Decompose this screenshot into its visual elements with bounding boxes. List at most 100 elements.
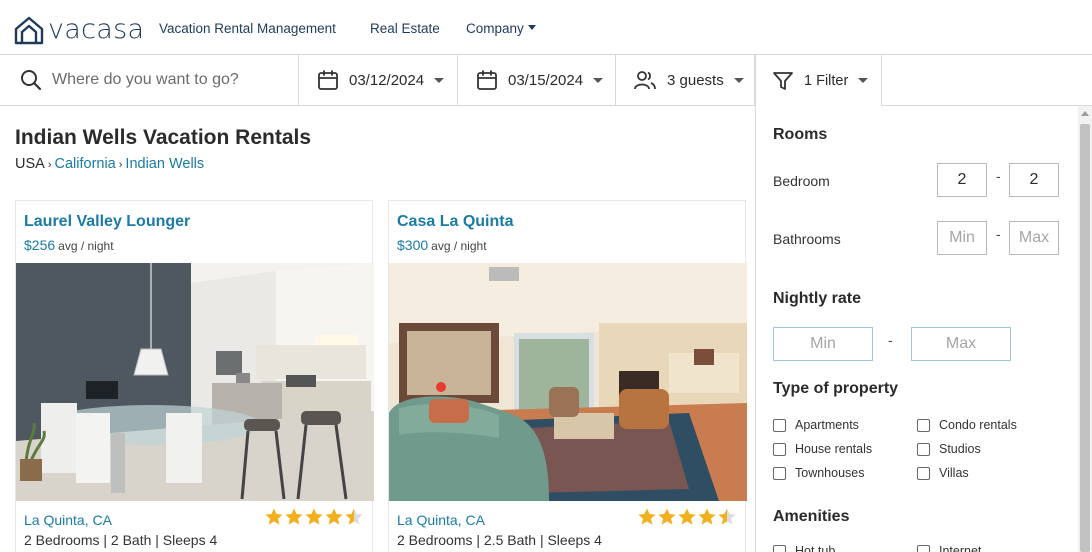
bedroom-min-input[interactable]: 2 [937,163,987,197]
listing-price-value: $300 [397,237,429,253]
checkbox-box[interactable] [917,544,930,552]
house-logo-icon [14,16,44,44]
checkbox-villas[interactable]: Villas [917,466,969,480]
checkbox-label: Hot tub [795,544,836,552]
listing-price-unit: avg / night [58,239,114,253]
star-rating [637,507,737,527]
chevron-down-icon [434,77,445,83]
checkin-date-picker[interactable]: 03/12/2024 [299,55,458,105]
range-separator: - [996,226,1001,242]
search-bar: 03/12/2024 03/15/2024 3 guests 1 Filter [0,55,1092,106]
nav-link-vacation-rental-management[interactable]: Vacation Rental Management [159,21,336,36]
breadcrumb-separator: › [118,159,123,171]
listing-photo[interactable] [389,263,747,501]
listing-price: $256 avg / night [24,237,114,253]
nav-link-company[interactable]: Company [466,21,536,36]
bathrooms-min-input[interactable]: Min [937,221,987,255]
range-separator: - [996,168,1001,184]
listing-price: $300 avg / night [397,237,487,253]
checkbox-label: Villas [939,466,969,480]
checkbox-internet[interactable]: Internet [917,544,981,552]
kitchen-dining-photo [16,263,374,501]
listing-location: La Quinta, CA [397,512,485,528]
chevron-down-icon [733,77,744,83]
guests-value: 3 guests [667,71,724,89]
breadcrumb-separator: › [47,159,52,171]
nav-link-real-estate[interactable]: Real Estate [370,21,440,36]
page-title: Indian Wells Vacation Rentals [15,126,312,149]
listing-title[interactable]: Casa La Quinta [397,213,513,231]
bathrooms-label: Bathrooms [773,231,841,247]
breadcrumb-indian-wells[interactable]: Indian Wells [125,156,204,172]
listing-location: La Quinta, CA [24,512,112,528]
search-input[interactable] [52,71,272,89]
star-icon [305,508,323,525]
chevron-down-icon [527,24,536,30]
checkout-date-value: 03/15/2024 [508,71,584,89]
checkbox-townhouses[interactable]: Townhouses [773,466,865,480]
listing-stats: 2 Bedrooms | 2 Bath | Sleeps 4 [24,532,218,548]
calendar-icon [477,70,497,90]
listing-title[interactable]: Laurel Valley Lounger [24,213,190,231]
star-icon [285,508,303,525]
filter-button[interactable]: 1 Filter [755,55,882,106]
chevron-down-icon [858,78,869,83]
property-type-heading: Type of property [773,380,899,397]
checkbox-box[interactable] [917,418,930,432]
listing-price-value: $256 [24,237,56,253]
checkbox-condo-rentals[interactable]: Condo rentals [917,418,1017,432]
star-rating [264,507,364,527]
checkbox-hot-tub[interactable]: Hot tub [773,544,835,552]
panel-scrollbar[interactable] [1078,106,1092,552]
star-icon [678,508,696,525]
listing-stats: 2 Bedrooms | 2.5 Bath | Sleeps 4 [397,532,602,548]
top-navigation: vacasa Vacation Rental Management Real E… [0,0,1092,55]
bedroom-max-input[interactable]: 2 [1009,163,1059,197]
checkbox-box[interactable] [773,466,786,480]
checkbox-label: Internet [939,544,982,552]
scroll-up-arrow-icon[interactable] [1081,111,1089,116]
bathrooms-max-input[interactable]: Max [1009,221,1059,255]
nightly-rate-heading: Nightly rate [773,290,862,307]
checkbox-box[interactable] [773,418,786,432]
nightly-rate-max-input[interactable]: Max [911,327,1011,361]
star-icon [345,508,363,525]
listing-card[interactable]: Casa La Quinta $300 avg / night La Quint… [388,200,747,552]
nav-company-label: Company [466,21,524,36]
checkbox-label: Condo rentals [939,418,1017,432]
breadcrumb-california[interactable]: California [55,156,116,172]
breadcrumb: USA › California › Indian Wells [15,156,204,172]
nightly-rate-min-input[interactable]: Min [773,327,873,361]
amenities-heading: Amenities [773,508,850,525]
star-icon [265,508,283,525]
guests-selector[interactable]: 3 guests [616,55,755,105]
listing-card[interactable]: Laurel Valley Lounger $256 avg / night L… [15,200,374,552]
checkbox-box[interactable] [917,466,930,480]
results-area: Indian Wells Vacation Rentals USA › Califo… [0,106,755,552]
listing-photo[interactable] [16,263,374,501]
scrollbar-thumb[interactable] [1080,124,1090,552]
filter-count: 1 Filter [804,72,849,89]
checkout-date-picker[interactable]: 03/15/2024 [458,55,616,105]
checkbox-studios[interactable]: Studios [917,442,981,456]
star-icon [325,508,343,525]
chevron-down-icon [593,77,604,83]
destination-search[interactable] [0,55,299,105]
vacasa-logo[interactable]: vacasa [14,14,144,45]
star-icon [718,508,736,525]
search-icon [21,70,42,91]
rooms-heading: Rooms [773,126,828,143]
bedroom-label: Bedroom [773,173,830,189]
funnel-icon [773,71,793,90]
checkbox-box[interactable] [917,442,930,456]
checkbox-label: Townhouses [795,466,865,480]
checkin-date-value: 03/12/2024 [349,71,425,89]
checkbox-house-rentals[interactable]: House rentals [773,442,872,456]
checkbox-box[interactable] [773,442,786,456]
listing-price-unit: avg / night [431,239,487,253]
star-icon [638,508,656,525]
breadcrumb-usa: USA [15,156,45,172]
checkbox-box[interactable] [773,544,786,552]
checkbox-apartments[interactable]: Apartments [773,418,859,432]
star-icon [698,508,716,525]
